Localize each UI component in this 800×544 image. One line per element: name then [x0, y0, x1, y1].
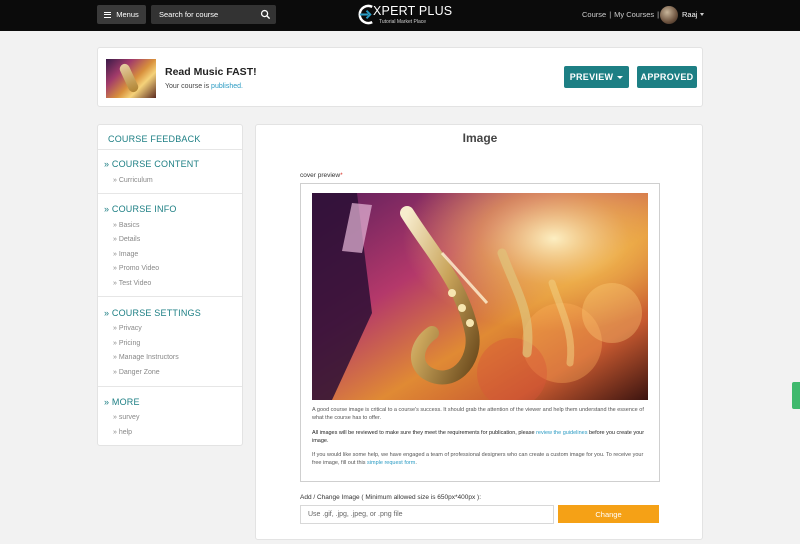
avatar[interactable]: [660, 6, 678, 24]
logo-subtitle: Tutorial Market Place: [379, 19, 427, 25]
sidebar-section-more[interactable]: » MORE: [104, 397, 140, 407]
sidebar-divider: [98, 149, 242, 150]
sidebar-item-privacy[interactable]: » Privacy: [113, 325, 142, 332]
review-guidelines-link[interactable]: review the guidelines: [536, 430, 587, 436]
request-form-link[interactable]: simple request form: [367, 460, 415, 466]
course-title: Read Music FAST!: [165, 66, 257, 78]
feedback-tab-icon[interactable]: [792, 382, 800, 409]
sidebar-item-pricing[interactable]: » Pricing: [113, 340, 140, 347]
sidebar-item-manage-instructors[interactable]: » Manage Instructors: [113, 354, 179, 361]
user-name[interactable]: Raaj: [682, 10, 697, 19]
approved-label: APPROVED: [640, 72, 694, 82]
sidebar-item-basics[interactable]: » Basics: [113, 222, 139, 229]
course-header: Read Music FAST! Your course is publishe…: [97, 47, 703, 107]
sidebar-section-course-content[interactable]: » COURSE CONTENT: [104, 159, 199, 169]
sidebar-course-feedback[interactable]: COURSE FEEDBACK: [108, 134, 201, 144]
page-title: Image: [462, 131, 498, 145]
site-logo[interactable]: XPERT PLUS Tutorial Market Place: [357, 2, 452, 28]
sidebar-item-test-video[interactable]: » Test Video: [113, 280, 151, 287]
separator: |: [609, 10, 612, 19]
search-input[interactable]: Search for course: [151, 5, 276, 24]
image-importance-note: A good course image is critical to a cou…: [312, 407, 644, 421]
sidebar-section-course-info[interactable]: » COURSE INFO: [104, 204, 177, 214]
custom-image-note: If you would like some help, we have eng…: [312, 451, 652, 467]
menus-label: Menus: [116, 10, 139, 19]
my-courses-link[interactable]: My Courses: [614, 10, 654, 19]
sidebar-item-help[interactable]: » help: [113, 429, 132, 436]
search-placeholder: Search for course: [159, 10, 219, 19]
preview-button[interactable]: PREVIEW: [564, 66, 629, 88]
cover-label-text: cover preview: [300, 172, 341, 179]
sidebar-divider: [98, 193, 242, 194]
sidebar-item-details[interactable]: » Details: [113, 236, 140, 243]
top-navbar: Menus Search for course XPERT PLUS Tutor…: [0, 0, 800, 31]
review-note: All images will be reviewed to make sure…: [312, 429, 652, 445]
chevron-down-icon: [617, 75, 624, 79]
preview-label: PREVIEW: [569, 72, 614, 82]
course-status: Your course is published.: [165, 83, 243, 90]
required-mark: *: [340, 172, 343, 179]
separator: |: [657, 10, 660, 19]
cover-preview-box: A good course image is critical to a cou…: [300, 183, 660, 482]
image-panel: Image cover preview* A good course image…: [255, 124, 703, 540]
cover-preview-label: cover preview*: [300, 172, 343, 179]
sidebar-item-survey[interactable]: » survey: [113, 414, 139, 421]
status-prefix: Your course is: [165, 83, 212, 90]
approved-button[interactable]: APPROVED: [637, 66, 697, 88]
course-link[interactable]: Course: [582, 10, 606, 19]
course-sidebar: COURSE FEEDBACK » COURSE CONTENT » Curri…: [97, 124, 243, 446]
status-value: published.: [211, 83, 243, 90]
sidebar-divider: [98, 296, 242, 297]
chevron-down-icon[interactable]: [700, 13, 704, 16]
menu-icon: [104, 11, 112, 18]
custom-note-post: .: [415, 460, 417, 466]
search-icon[interactable]: [260, 9, 271, 20]
sidebar-divider: [98, 386, 242, 387]
sidebar-item-image[interactable]: » Image: [113, 251, 138, 258]
sidebar-section-course-settings[interactable]: » COURSE SETTINGS: [104, 308, 201, 318]
sidebar-item-curriculum[interactable]: » Curriculum: [113, 177, 153, 184]
file-input-placeholder: Use .gif, .jpg, .jpeg, or .png file: [308, 511, 403, 518]
top-links: Course | My Courses |: [582, 10, 662, 19]
add-image-label: Add / Change Image ( Minimum allowed siz…: [300, 494, 482, 501]
course-thumbnail: [106, 59, 156, 98]
image-file-input[interactable]: Use .gif, .jpg, .jpeg, or .png file: [300, 505, 554, 524]
logo-title: XPERT PLUS: [373, 4, 453, 18]
sidebar-item-promo-video[interactable]: » Promo Video: [113, 265, 159, 272]
review-note-pre: All images will be reviewed to make sure…: [312, 430, 537, 436]
change-label: Change: [595, 509, 622, 519]
cover-image: [312, 193, 648, 400]
sidebar-item-danger-zone[interactable]: » Danger Zone: [113, 369, 160, 376]
custom-note-pre: If you would like some help, we have eng…: [312, 452, 644, 466]
change-image-button[interactable]: Change: [558, 505, 659, 523]
menus-button[interactable]: Menus: [97, 5, 146, 24]
